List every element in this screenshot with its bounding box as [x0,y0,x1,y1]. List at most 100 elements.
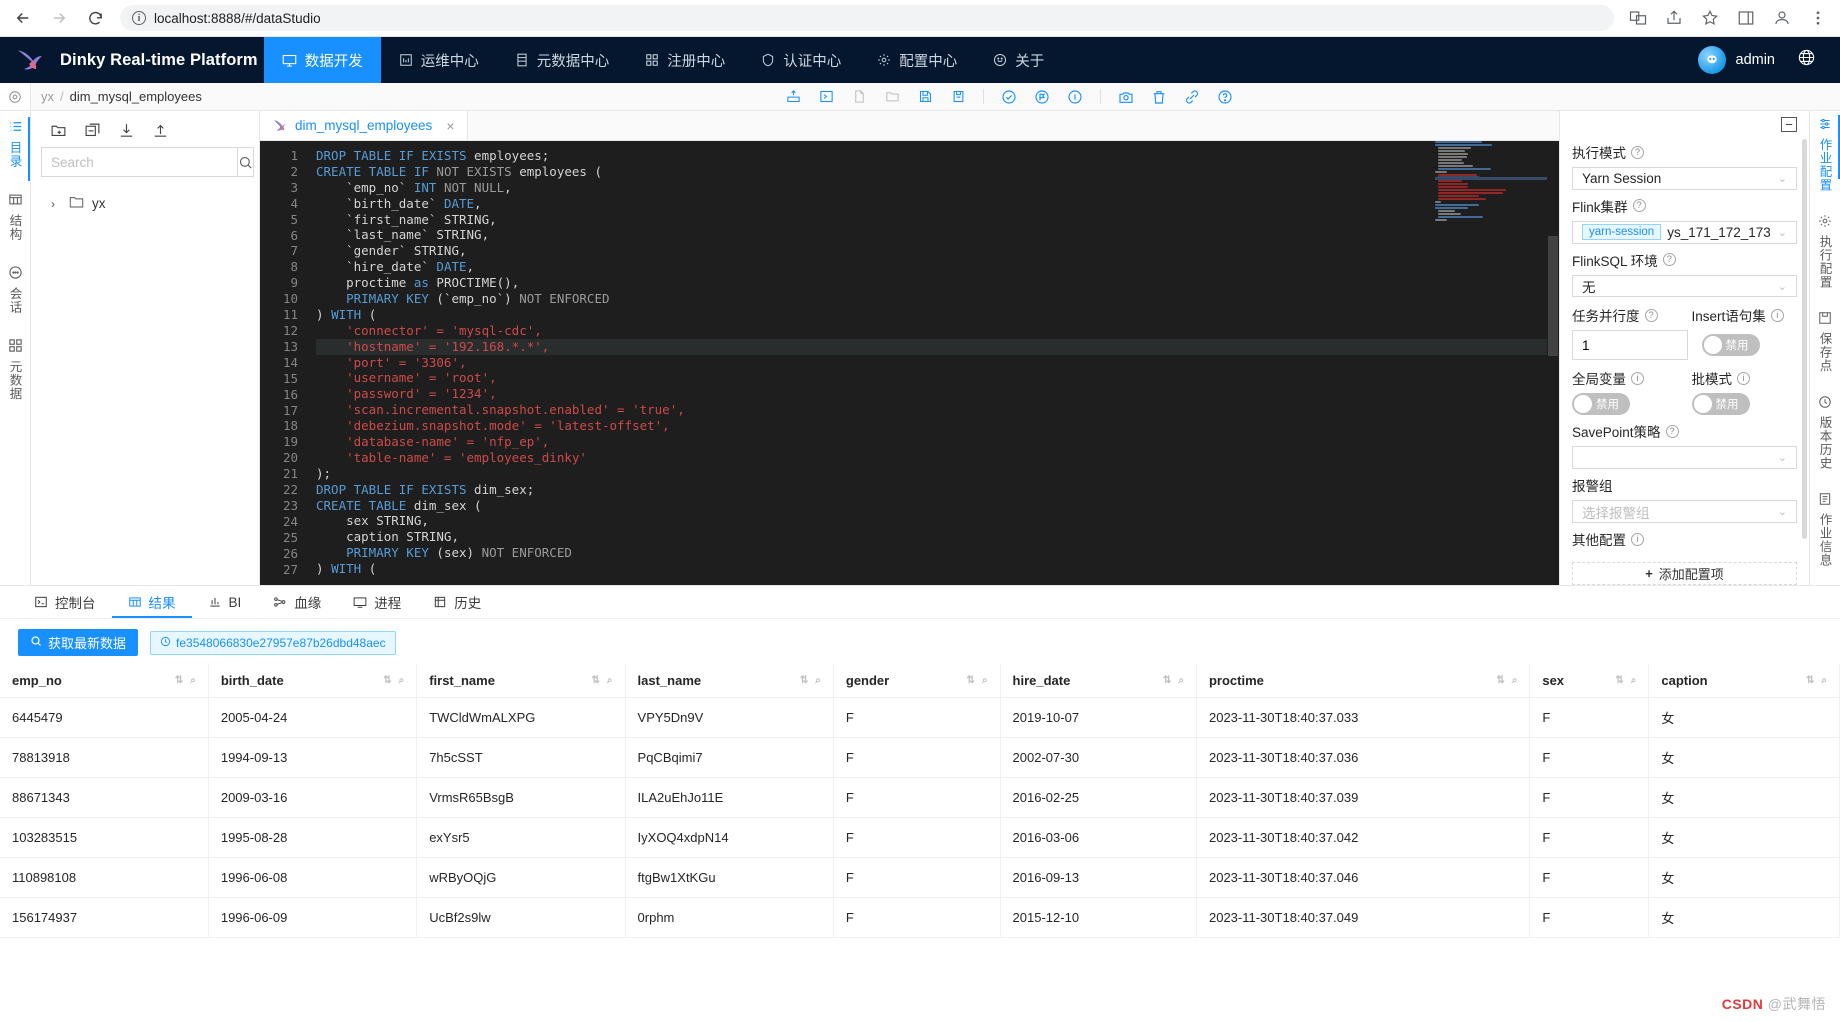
flink-cluster-select[interactable]: yarn-session ys_171_172_173 ⌄ [1572,221,1797,244]
sidebar-item-exec-config[interactable]: 执行配置 [1810,214,1840,289]
translate-icon[interactable] [1628,8,1648,28]
address-bar[interactable]: i localhost:8888/#/dataStudio [120,5,1614,31]
info-icon[interactable]: i [1771,309,1784,322]
user-name[interactable]: admin [1736,52,1776,68]
bottom-tab-1[interactable]: 结果 [112,586,192,618]
column-search-icon[interactable]: ⌕ [399,675,405,686]
camera-icon[interactable] [1118,89,1134,105]
nav-item-data-dev[interactable]: 数据开发 [264,37,381,83]
column-search-icon[interactable]: ⌕ [982,675,988,686]
table-column-header[interactable]: caption⇅⌕ [1649,664,1840,698]
code-line[interactable]: sex STRING, [316,513,1559,529]
scrollbar-thumb[interactable] [1802,139,1807,539]
nav-item-registry[interactable]: 注册中心 [627,37,743,83]
column-search-icon[interactable]: ⌕ [1178,675,1184,686]
code-line[interactable]: ) WITH ( [316,561,1559,577]
save-as-icon[interactable] [950,89,966,105]
sidebar-item-catalog[interactable]: 目录 [0,119,30,168]
help-icon[interactable]: ? [1663,253,1676,266]
code-line[interactable]: 'username' = 'root', [316,370,1559,386]
table-column-header[interactable]: first_name⇅⌕ [417,664,625,698]
job-id-chip[interactable]: fe3548066830e27957e87b26dbd48aec [150,631,396,655]
code-line[interactable]: `last_name` STRING, [316,227,1559,243]
result-table-wrapper[interactable]: emp_no⇅⌕birth_date⇅⌕first_name⇅⌕last_nam… [0,664,1840,1022]
column-search-icon[interactable]: ⌕ [190,675,196,686]
table-row[interactable]: 1032835151995-08-28exYsr5IyXOQ4xdpN14F20… [0,818,1840,858]
sidebar-item-version-history[interactable]: 版本历史 [1810,395,1840,470]
code-line[interactable]: 'hostname' = '192.168.*.*', [316,339,1559,355]
sort-icon[interactable]: ⇅ [592,675,600,686]
parallelism-input[interactable]: 1 [1572,330,1688,360]
code-line[interactable]: 'table-name' = 'employees_dinky' [316,450,1559,466]
sidebar-item-job-config[interactable]: 作业配置 [1810,117,1840,192]
help-icon[interactable]: ? [1645,309,1658,322]
help-icon[interactable] [1217,89,1233,105]
chevron-right-icon[interactable]: › [51,197,61,211]
bottom-tab-3[interactable]: 血缘 [257,586,337,618]
column-search-icon[interactable]: ⌕ [607,675,613,686]
code-line[interactable]: `birth_date` DATE, [316,196,1559,212]
sort-icon[interactable]: ⇅ [175,675,183,686]
code-line[interactable]: ) WITH ( [316,307,1559,323]
editor-scrollbar[interactable] [1547,141,1559,585]
close-icon[interactable]: × [440,118,454,134]
code-editor[interactable]: 1234567891011121314151617181920212223242… [260,141,1559,585]
flinksql-env-select[interactable]: 无 ⌄ [1572,275,1797,298]
table-column-header[interactable]: proctime⇅⌕ [1196,664,1529,698]
table-row[interactable]: 886713432009-03-16VrmsR65BsgBILA2uEhJo11… [0,778,1840,818]
refresh-data-button[interactable]: 获取最新数据 [18,629,138,656]
table-column-header[interactable]: hire_date⇅⌕ [1000,664,1196,698]
table-column-header[interactable]: last_name⇅⌕ [625,664,833,698]
scrollbar-thumb[interactable] [1548,236,1558,356]
code-line[interactable]: `gender` STRING, [316,243,1559,259]
info-circle-icon[interactable] [1067,89,1083,105]
site-info-icon[interactable]: i [132,11,146,25]
chrome-menu-icon[interactable] [1808,8,1828,28]
new-file-icon[interactable] [851,89,867,105]
avatar[interactable] [1698,46,1726,74]
flag-icon[interactable] [1034,89,1050,105]
help-icon[interactable]: ? [1666,425,1679,438]
back-arrow-icon[interactable] [12,7,34,29]
sidebar-item-session[interactable]: 会话 [0,265,30,314]
add-config-button[interactable]: + 添加配置项 [1572,562,1797,585]
sort-icon[interactable]: ⇅ [800,675,808,686]
code-line[interactable]: 'scan.incremental.snapshot.enabled' = 't… [316,402,1559,418]
code-line[interactable]: PRIMARY KEY (`emp_no`) NOT ENFORCED [316,291,1559,307]
help-icon[interactable]: ? [1633,199,1646,212]
location-pin-icon[interactable] [0,83,31,110]
forward-arrow-icon[interactable] [48,7,70,29]
code-line[interactable]: caption STRING, [316,529,1559,545]
search-input[interactable] [41,147,237,177]
sort-icon[interactable]: ⇅ [1496,675,1504,686]
sort-icon[interactable]: ⇅ [1806,675,1814,686]
sidebar-item-structure[interactable]: 结构 [0,192,30,241]
collapse-all-icon[interactable] [83,121,101,139]
code-line[interactable]: 'port' = '3306', [316,355,1559,371]
nav-item-settings[interactable]: 配置中心 [859,37,975,83]
code-content[interactable]: DROP TABLE IF EXISTS employees;CREATE TA… [306,141,1559,585]
insert-stmt-toggle[interactable]: 禁用 [1702,334,1760,356]
global-var-toggle[interactable]: 禁用 [1572,393,1630,415]
collapse-panel-button[interactable]: − [1781,117,1797,132]
alert-group-select[interactable]: 选择报警组 ⌄ [1572,500,1797,523]
globe-icon[interactable] [1797,48,1816,72]
batch-mode-toggle[interactable]: 禁用 [1692,393,1750,415]
code-line[interactable]: proctime as PROCTIME(), [316,275,1559,291]
column-search-icon[interactable]: ⌕ [1821,675,1827,686]
table-row[interactable]: 1561749371996-06-09UcBf2s9lw0rphmF2015-1… [0,898,1840,938]
reload-icon[interactable] [84,7,106,29]
sidepanel-icon[interactable] [1736,8,1756,28]
table-column-header[interactable]: emp_no⇅⌕ [0,664,208,698]
code-line[interactable]: CREATE TABLE dim_sex ( [316,498,1559,514]
info-icon[interactable]: i [1631,533,1644,546]
editor-tab[interactable]: dim_mysql_employees × [260,111,468,140]
code-line[interactable]: DROP TABLE IF EXISTS dim_sex; [316,482,1559,498]
search-button[interactable] [237,147,254,177]
open-folder-icon[interactable] [884,89,900,105]
code-line[interactable]: 'debezium.snapshot.mode' = 'latest-offse… [316,418,1559,434]
info-icon[interactable]: i [1737,372,1750,385]
table-column-header[interactable]: birth_date⇅⌕ [208,664,416,698]
code-line[interactable]: 'database-name' = 'nfp_ep', [316,434,1559,450]
nav-item-auth[interactable]: 认证中心 [743,37,859,83]
